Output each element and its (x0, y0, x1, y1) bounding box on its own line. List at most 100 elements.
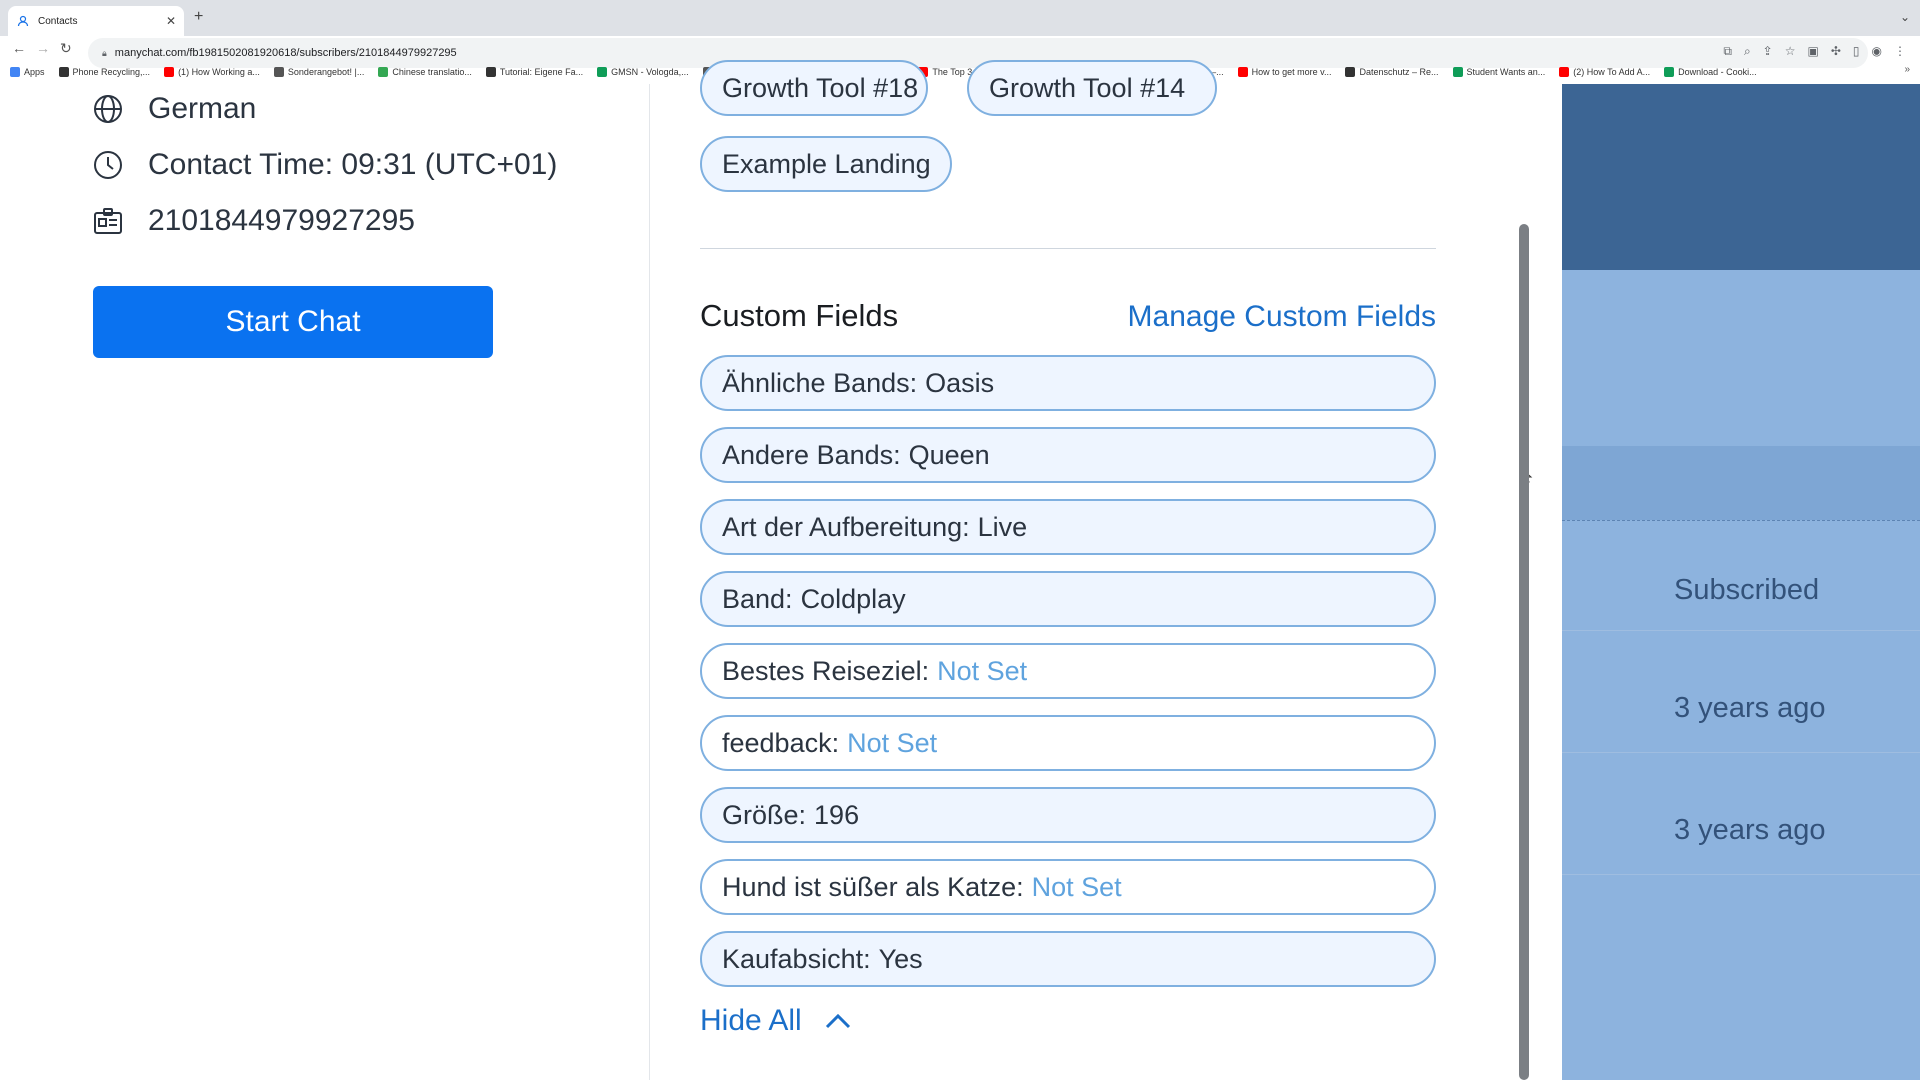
custom-field-label: Bestes Reiseziel: (722, 655, 930, 686)
tab-title: Contacts (38, 15, 78, 27)
custom-field-label: Andere Bands: (722, 439, 901, 470)
bookmark-item[interactable]: Apps (10, 67, 45, 77)
bookmark-favicon-icon (597, 67, 608, 77)
side-divider (1562, 520, 1920, 521)
section-divider (700, 248, 1436, 249)
bookmark-label: GMSN - Vologda,... (611, 67, 689, 77)
tag-pill[interactable]: Example Landing (700, 136, 952, 192)
custom-field-label: Größe: (722, 799, 807, 830)
lock-icon: 🔒︎ (102, 47, 107, 58)
tab-close-icon[interactable]: ✕ (166, 14, 176, 28)
bookmark-item[interactable]: (2) How To Add A... (1559, 67, 1650, 77)
contact-info-panel: German Contact Time: 09:31 (UTC+01) 2101… (0, 84, 650, 1080)
custom-field-label: Art der Aufbereitung: (722, 511, 970, 542)
bookmark-label: Phone Recycling,... (72, 67, 151, 77)
bookmark-label: Chinese translatio... (392, 67, 472, 77)
bookmark-item[interactable]: Download - Cooki... (1664, 67, 1757, 77)
bookmark-favicon-icon (1559, 67, 1570, 77)
page: German Contact Time: 09:31 (UTC+01) 2101… (0, 60, 1920, 1080)
last-interaction-time: 3 years ago (1674, 814, 1826, 846)
custom-field-item[interactable]: Art der Aufbereitung: Live (700, 499, 1436, 555)
subscribed-time: 3 years ago (1674, 692, 1826, 724)
custom-field-item[interactable]: Kaufabsicht: Yes (700, 931, 1436, 987)
custom-field-value: Yes (878, 943, 923, 974)
custom-fields-title: Custom Fields (700, 298, 899, 333)
bookmark-item[interactable]: Chinese translatio... (378, 67, 472, 77)
bookmark-item[interactable]: Phone Recycling,... (58, 67, 151, 77)
custom-field-label: Ähnliche Bands: (722, 367, 918, 398)
tag-pill[interactable]: Growth Tool #14 (967, 60, 1217, 116)
bookmark-label: Download - Cooki... (1678, 67, 1757, 77)
language-value: German (148, 92, 257, 125)
bookmarks-more-button[interactable]: » (1904, 64, 1910, 75)
custom-field-value: Oasis (925, 367, 995, 398)
hide-all-button[interactable]: Hide All (700, 1004, 852, 1038)
share-icon[interactable]: ⇪ (1763, 44, 1773, 59)
tab-search-chevron-icon[interactable]: ⌄ (1900, 10, 1910, 24)
scrollbar[interactable] (1519, 224, 1529, 1080)
side-divider (1562, 874, 1920, 875)
zoom-icon[interactable]: ⌕ (1744, 44, 1751, 59)
custom-field-item[interactable]: feedback: Not Set (700, 715, 1436, 771)
custom-field-value: Not Set (937, 655, 1028, 686)
bookmark-favicon-icon (10, 67, 20, 77)
custom-field-label: Hund ist süßer als Katze: (722, 871, 1024, 902)
bookmark-item[interactable]: Tutorial: Eigene Fa... (485, 67, 584, 77)
start-chat-button[interactable]: Start Chat (93, 286, 493, 358)
custom-field-item[interactable]: Bestes Reiseziel: Not Set (700, 643, 1436, 699)
custom-field-item[interactable]: Hund ist süßer als Katze: Not Set (700, 859, 1436, 915)
menu-kebab-icon[interactable]: ⋮ (1894, 44, 1906, 59)
bookmark-item[interactable]: Student Wants an... (1452, 67, 1545, 77)
bookmark-favicon-icon (1452, 67, 1463, 77)
chevron-up-icon (824, 1007, 852, 1035)
extension-icon[interactable]: ▣ (1808, 44, 1819, 59)
sidebar-icon[interactable]: ▯ (1853, 44, 1860, 59)
custom-field-label: Kaufabsicht: (722, 943, 871, 974)
translate-icon[interactable]: ⧉ (1723, 44, 1732, 59)
url-text: manychat.com/fb198150208192061​8/subscri… (114, 47, 457, 59)
bookmark-favicon-icon (58, 67, 69, 77)
contact-id-value: 2101844979927295 (148, 204, 415, 237)
side-divider (1562, 752, 1920, 753)
bookmark-item[interactable]: GMSN - Vologda,... (597, 67, 689, 77)
custom-field-value: Not Set (847, 727, 938, 758)
side-panel-header (1562, 84, 1920, 270)
back-arrow-icon[interactable]: ← (12, 40, 26, 56)
custom-field-item[interactable]: Band: Coldplay (700, 571, 1436, 627)
bookmark-favicon-icon (164, 67, 175, 77)
extension-icons: ⧉ ⌕ ⇪ ☆ ▣ ✣ ▯ ◉ ⋮ (1723, 44, 1906, 59)
custom-field-item[interactable]: Ähnliche Bands: Oasis (700, 355, 1436, 411)
tags-and-fields-panel: Growth Tool #18 Growth Tool #14 Example … (651, 60, 1561, 1080)
custom-field-item[interactable]: Andere Bands: Queen (700, 427, 1436, 483)
manage-custom-fields-link[interactable]: Manage Custom Fields (1128, 300, 1436, 334)
contact-id-row: 2101844979927295 (92, 204, 415, 238)
tab-strip: Contacts ✕ + ⌄ (0, 0, 1920, 36)
new-tab-button[interactable]: + (194, 8, 203, 26)
bookmark-item[interactable]: (1) How Working a... (164, 67, 260, 77)
bookmark-item[interactable]: How to get more v... (1237, 67, 1332, 77)
bookmark-label: (2) How To Add A... (1573, 67, 1651, 77)
bookmark-item[interactable]: Datenschutz – Re... (1345, 67, 1439, 77)
bookmark-label: How to get more v... (1251, 67, 1332, 77)
tag-pill[interactable]: Growth Tool #18 (700, 60, 928, 116)
profile-avatar-icon[interactable]: ◉ (1872, 44, 1882, 59)
custom-field-value: 196 (814, 799, 860, 830)
bookmark-label: Datenschutz – Re... (1359, 67, 1439, 77)
bookmark-star-icon[interactable]: ☆ (1785, 44, 1796, 59)
side-panel: Subscribed 3 years ago 3 years ago (1562, 84, 1920, 1080)
contact-time-row: Contact Time: 09:31 (UTC+01) (92, 148, 557, 182)
custom-field-label: Band: (722, 583, 793, 614)
forward-arrow-icon[interactable]: → (36, 40, 50, 56)
custom-field-item[interactable]: Größe: 196 (700, 787, 1436, 843)
bookmark-label: Tutorial: Eigene Fa... (499, 67, 584, 77)
language-row: German (92, 92, 256, 126)
globe-icon (92, 93, 124, 125)
puzzle-icon[interactable]: ✣ (1831, 44, 1841, 59)
bookmark-item[interactable]: Sonderangebot! |... (273, 67, 364, 77)
clock-icon (92, 149, 124, 181)
tab-contacts[interactable]: Contacts ✕ (8, 6, 184, 36)
custom-field-value: Live (977, 511, 1028, 542)
subscription-status: Subscribed (1674, 574, 1820, 606)
bookmark-favicon-icon (1237, 67, 1248, 77)
reload-icon[interactable]: ↻ (60, 40, 72, 57)
